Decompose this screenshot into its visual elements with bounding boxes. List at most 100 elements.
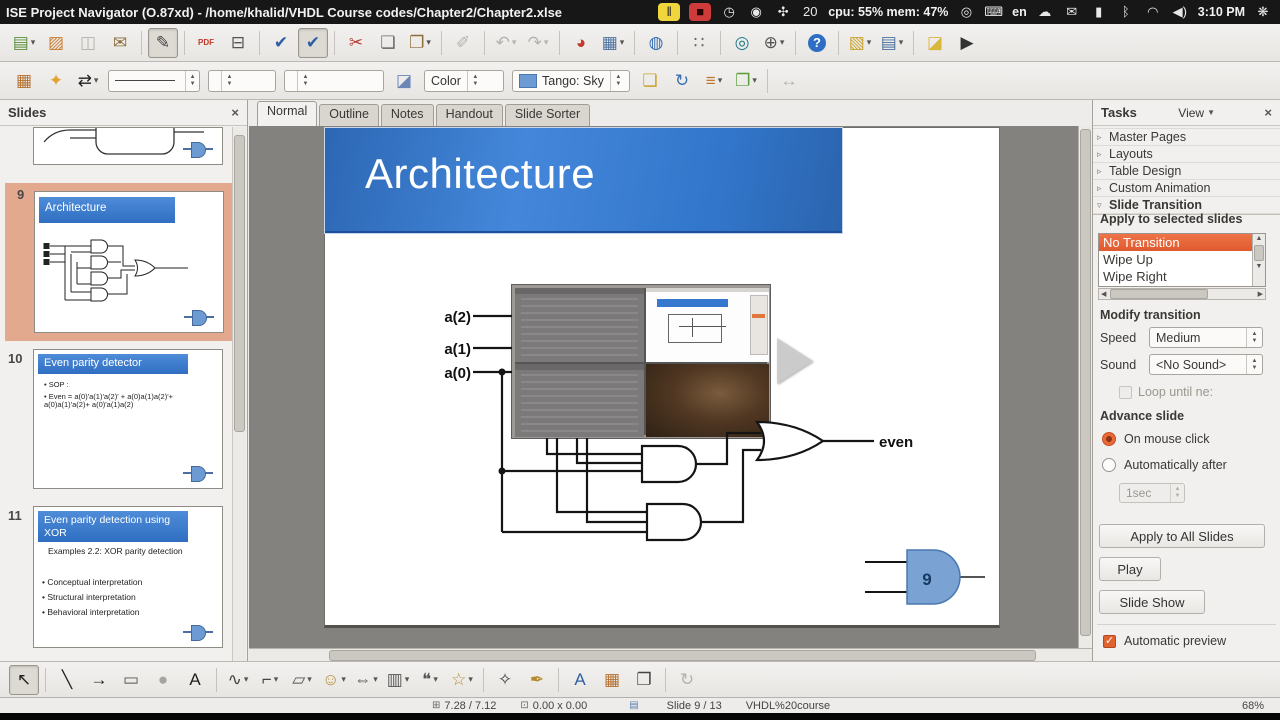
indicator-icon[interactable]: ◉ <box>747 3 765 21</box>
arrow-style-dropdown-icon[interactable]: ▾ <box>94 75 99 86</box>
play-overlay-icon[interactable] <box>777 338 813 384</box>
area-style-icon[interactable]: ◪ <box>389 66 419 96</box>
tab-outline[interactable]: Outline <box>319 104 379 126</box>
email-document-icon[interactable]: ✉ <box>105 28 135 58</box>
insert-table-icon[interactable]: ▦ ▾ <box>598 28 628 58</box>
arrow-style-icon[interactable]: ⇄ ▾ <box>73 66 103 96</box>
calendar-icon[interactable]: 20 <box>801 3 819 21</box>
alignment-dropdown-icon[interactable]: ▾ <box>718 75 723 86</box>
connector-dropdown-icon[interactable]: ▾ <box>274 674 279 685</box>
keyboard-layout[interactable]: en <box>1012 5 1027 19</box>
gallery-icon[interactable]: ❐ <box>629 665 659 695</box>
bluetooth-icon[interactable]: ᛒ <box>1117 3 1135 21</box>
stop-icon[interactable]: ■ <box>689 3 712 21</box>
automatic-preview-checkbox[interactable]: ✓ <box>1103 634 1116 648</box>
tasks-section-table-design[interactable]: ▹ Table Design <box>1093 163 1280 180</box>
keyboard-icon[interactable]: ⌨ <box>984 3 1003 21</box>
fill-color-arrows[interactable]: ▲ ▼ <box>609 70 626 91</box>
stars-icon[interactable]: ☆ ▾ <box>447 665 477 695</box>
line-color-combo[interactable]: ▲ ▼ <box>284 69 384 92</box>
cpu-mem-indicator[interactable]: cpu: 55% mem: 47% <box>828 5 948 19</box>
stars-dropdown-icon[interactable]: ▾ <box>468 674 473 685</box>
sound-combo-arrows[interactable]: ▲ ▼ <box>1246 355 1262 374</box>
print-icon[interactable]: ⊟ <box>223 28 253 58</box>
slide-show-button[interactable]: Slide Show <box>1099 590 1205 614</box>
curve-dropdown-icon[interactable]: ▾ <box>244 674 249 685</box>
symbol-shapes-icon[interactable]: ☺ ▾ <box>319 665 349 695</box>
transition-listbox[interactable]: No Transition Wipe Up Wipe Right <box>1098 233 1266 287</box>
fill-color-combo[interactable]: Tango: Sky ▲ ▼ <box>512 69 630 92</box>
mail-icon[interactable]: ✉ <box>1063 3 1081 21</box>
tasks-section-custom-animation[interactable]: ▹ Custom Animation <box>1093 180 1280 197</box>
insert-table-dropdown-icon[interactable]: ▾ <box>620 37 625 48</box>
workspace-icon[interactable]: ✣ <box>774 3 792 21</box>
fontwork-icon[interactable]: A <box>565 665 595 695</box>
scroll-down-icon[interactable]: ▼ <box>1253 262 1265 272</box>
transition-option[interactable]: Wipe Right <box>1099 268 1265 285</box>
snap-grid-icon[interactable]: ▦ <box>9 66 39 96</box>
cloud-icon[interactable]: ☁ <box>1036 3 1054 21</box>
rotate-object-icon[interactable]: ↻ <box>667 66 697 96</box>
arrange-icon[interactable]: ❐ ▾ <box>731 66 761 96</box>
edit-file-icon[interactable]: ✎ <box>148 27 178 58</box>
text-box-icon[interactable]: A <box>180 665 210 695</box>
symbol-shapes-dropdown-icon[interactable]: ▾ <box>341 674 346 685</box>
pause-icon[interactable]: ‖ <box>658 3 681 21</box>
battery-icon[interactable]: ▮ <box>1090 3 1108 21</box>
session-menu-icon[interactable]: ❋ <box>1254 3 1272 21</box>
master-page-icon[interactable]: ◪ <box>920 28 950 58</box>
slide-thumbnail-9[interactable]: Architecture <box>34 191 224 333</box>
tab-handout[interactable]: Handout <box>435 104 503 126</box>
settings-icon[interactable]: ◎ <box>957 3 975 21</box>
navigator-icon[interactable]: ◎ <box>727 28 757 58</box>
help-icon[interactable]: ? <box>802 28 832 58</box>
clock-icon[interactable]: ◷ <box>720 3 738 21</box>
play-button[interactable]: Play <box>1099 557 1161 581</box>
new-presentation-dropdown-icon[interactable]: ▾ <box>31 37 36 48</box>
select-icon[interactable]: ↖ <box>9 664 39 695</box>
rectangle-icon[interactable]: ▭ <box>116 665 146 695</box>
glue-points-icon[interactable]: ✒ <box>522 665 552 695</box>
canvas-horizontal-scrollbar[interactable] <box>249 648 1092 661</box>
scroll-right-icon[interactable]: ▶ <box>1256 290 1265 298</box>
current-slide[interactable]: Architecture a(2) a(1) a(0) even 9 <box>324 127 1000 628</box>
slide-layout-icon[interactable]: ▤ ▾ <box>877 28 907 58</box>
alignment-icon[interactable]: ≡ ▾ <box>699 66 729 96</box>
line-width-spinner[interactable]: ▲ ▼ <box>208 69 276 92</box>
ellipse-icon[interactable]: ● <box>148 665 178 695</box>
line-arrow-end-icon[interactable]: → <box>84 665 114 695</box>
line-icon[interactable]: ╲ <box>52 665 82 695</box>
apply-to-all-slides-button[interactable]: Apply to All Slides <box>1099 524 1265 548</box>
open-icon[interactable]: ▨ <box>41 28 71 58</box>
insert-slide-dropdown-icon[interactable]: ▾ <box>867 37 872 48</box>
time[interactable]: 3:10 PM <box>1198 5 1245 19</box>
points-icon[interactable]: ✧ <box>490 665 520 695</box>
speed-combo[interactable]: Medium ▲ ▼ <box>1149 327 1263 348</box>
scroll-left-icon[interactable]: ◀ <box>1099 290 1108 298</box>
slide-layout-dropdown-icon[interactable]: ▾ <box>899 37 904 48</box>
basic-shapes-icon[interactable]: ▱ ▾ <box>287 665 317 695</box>
start-presentation-icon[interactable]: ▶ <box>952 28 982 58</box>
copy-icon[interactable]: ❏ <box>373 28 403 58</box>
chevron-down-icon[interactable]: ▼ <box>1207 108 1215 117</box>
tasks-section-master-pages[interactable]: ▹ Master Pages <box>1093 129 1280 146</box>
transition-list-hscrollbar[interactable]: ◀ ▶ <box>1098 288 1266 300</box>
basic-shapes-dropdown-icon[interactable]: ▾ <box>307 674 312 685</box>
line-style-spinner[interactable]: ▲ ▼ <box>185 70 199 91</box>
line-width-arrows[interactable]: ▲ ▼ <box>221 70 237 91</box>
tab-normal[interactable]: Normal <box>257 101 318 126</box>
slide-canvas[interactable]: Architecture a(2) a(1) a(0) even 9 <box>249 126 1079 648</box>
flowchart-icon[interactable]: ▥ ▾ <box>383 665 413 695</box>
canvas-vertical-scrollbar[interactable] <box>1078 126 1092 648</box>
wifi-icon[interactable]: ◠ <box>1144 3 1162 21</box>
fill-type-combo[interactable]: Color ▲ ▼ <box>424 69 504 92</box>
transition-list-vscrollbar[interactable]: ▲ ▼ <box>1252 234 1265 286</box>
line-style-combo[interactable]: ▲ ▼ <box>108 69 200 92</box>
line-color-arrows[interactable]: ▲ ▼ <box>297 70 313 91</box>
sound-combo[interactable]: <No Sound> ▲ ▼ <box>1149 354 1263 375</box>
speed-combo-arrows[interactable]: ▲ ▼ <box>1246 328 1262 347</box>
auto-spellcheck-icon[interactable]: ✔ <box>298 27 328 58</box>
callouts-icon[interactable]: ❝ ▾ <box>415 665 445 695</box>
tab-slide-sorter[interactable]: Slide Sorter <box>504 104 591 126</box>
redo-dropdown-icon[interactable]: ▾ <box>544 37 549 48</box>
